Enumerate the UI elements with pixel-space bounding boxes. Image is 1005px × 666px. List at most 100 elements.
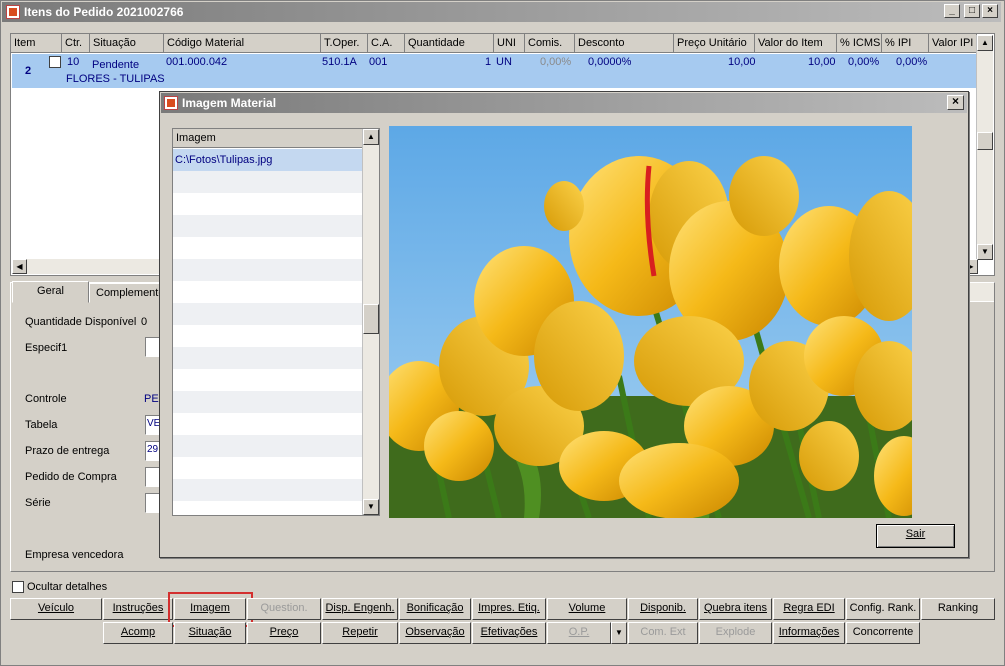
col-desconto[interactable]: Desconto	[575, 34, 674, 53]
informacoes-button[interactable]: Informações	[773, 622, 845, 644]
list-item	[173, 391, 363, 413]
list-item	[173, 413, 363, 435]
repetir-button[interactable]: Repetir	[322, 622, 398, 644]
col-item[interactable]: Item	[11, 34, 62, 53]
prazo-label: Prazo de entrega	[25, 445, 110, 457]
efetivacoes-button[interactable]: Efetivações	[472, 622, 546, 644]
cell-situacao: Pendente	[92, 59, 140, 71]
minimize-button[interactable]: _	[944, 4, 960, 18]
disponib-button[interactable]: Disponib.	[628, 598, 698, 620]
acomp-button[interactable]: Acomp	[103, 622, 173, 644]
list-item	[173, 501, 363, 515]
cell-descricao: FLORES - TULIPAS	[66, 73, 165, 85]
controle-label: Controle	[25, 393, 67, 405]
list-item[interactable]: C:\Fotos\Tulipas.jpg	[173, 149, 363, 171]
list-item	[173, 457, 363, 479]
col-icms[interactable]: % ICMS	[837, 34, 882, 53]
cell-ca: 001	[369, 56, 388, 68]
quebra-itens-button[interactable]: Quebra itens	[699, 598, 772, 620]
list-item	[173, 347, 363, 369]
col-comis[interactable]: Comis.	[525, 34, 575, 53]
list-item	[173, 237, 363, 259]
col-toper[interactable]: T.Oper.	[321, 34, 368, 53]
list-item	[173, 369, 363, 391]
veiculo-button[interactable]: Veículo	[10, 598, 102, 620]
cell-preco: 10,00	[728, 56, 756, 68]
cell-desconto: 0,0000%	[588, 56, 632, 68]
col-ctr[interactable]: Ctr.	[62, 34, 90, 53]
quantidade-label: Quantidade Disponível	[25, 316, 137, 328]
row-checkbox[interactable]	[49, 56, 61, 68]
situacao-button[interactable]: Situação	[174, 622, 246, 644]
cell-toper: 510.1A	[322, 56, 357, 68]
disp-engenh-button[interactable]: Disp. Engenh.	[322, 598, 398, 620]
cell-ipi: 0,00%	[896, 56, 928, 68]
col-preco[interactable]: Preço Unitário	[674, 34, 755, 53]
list-scroll-thumb[interactable]	[363, 304, 379, 334]
question-button[interactable]: Question.	[247, 598, 321, 620]
list-item	[173, 325, 363, 347]
sair-button[interactable]: Sair	[876, 524, 955, 548]
op-button[interactable]: O.P.	[547, 622, 611, 644]
list-scrollbar[interactable]: ▲ ▼	[362, 129, 379, 515]
observacao-button[interactable]: Observação	[399, 622, 471, 644]
cell-item: 2	[25, 65, 32, 77]
list-item	[173, 435, 363, 457]
scroll-down-icon[interactable]: ▼	[977, 244, 993, 260]
col-situacao[interactable]: Situação	[90, 34, 164, 53]
cell-codigo: 001.000.042	[166, 56, 228, 68]
cell-comis: 0,00%	[540, 56, 572, 68]
especif-label: Especif1	[25, 342, 68, 354]
list-item	[173, 259, 363, 281]
bonificacao-button[interactable]: Bonificação	[399, 598, 471, 620]
tabela-label: Tabela	[25, 419, 58, 431]
dialog-title-bar: Imagem Material ×	[161, 93, 967, 113]
cell-icms: 0,00%	[848, 56, 880, 68]
volume-button[interactable]: Volume	[547, 598, 627, 620]
cell-quantidade: 1	[485, 56, 492, 68]
serie-label: Série	[25, 497, 51, 509]
list-item	[173, 171, 363, 193]
grid-vertical-scrollbar[interactable]: ▲ ▼	[976, 35, 993, 260]
op-dropdown-icon[interactable]: ▼	[611, 622, 627, 644]
empresa-label: Empresa vencedora	[25, 549, 124, 561]
dialog-title: Imagem Material	[182, 96, 277, 110]
imagem-material-dialog: Imagem Material × Imagem C:\Fotos\Tulipa…	[159, 91, 969, 558]
config-rank-button[interactable]: Config. Rank.	[846, 598, 920, 620]
col-ipi[interactable]: % IPI	[882, 34, 929, 53]
quantidade-value: 0	[141, 316, 148, 328]
com-ext-button[interactable]: Com. Ext	[628, 622, 698, 644]
col-quantidade[interactable]: Quantidade	[405, 34, 494, 53]
close-button[interactable]: ×	[982, 4, 998, 18]
tab-geral[interactable]: Geral	[12, 281, 89, 303]
col-valor[interactable]: Valor do Item	[755, 34, 837, 53]
table-row[interactable]: 2 10 Pendente FLORES - TULIPAS 001.000.0…	[12, 54, 980, 88]
col-uni[interactable]: UNI	[494, 34, 525, 53]
explode-button[interactable]: Explode	[699, 622, 772, 644]
ocultar-checkbox[interactable]	[12, 581, 24, 593]
scroll-up-icon[interactable]: ▲	[977, 35, 993, 51]
col-valor-ipi[interactable]: Valor IPI	[929, 34, 977, 53]
instrucoes-button[interactable]: Instruções	[103, 598, 173, 620]
ranking-button[interactable]: Ranking	[921, 598, 995, 620]
dialog-close-button[interactable]: ×	[947, 95, 964, 110]
scroll-thumb[interactable]	[977, 132, 993, 150]
cell-uni: UN	[496, 56, 512, 68]
impres-etiq-button[interactable]: Impres. Etiq.	[472, 598, 546, 620]
col-ca[interactable]: C.A.	[368, 34, 405, 53]
list-item	[173, 215, 363, 237]
col-codigo[interactable]: Código Material	[164, 34, 321, 53]
tulip-photo	[389, 126, 912, 518]
list-scroll-down-icon[interactable]: ▼	[363, 499, 379, 515]
preco-button[interactable]: Preço	[247, 622, 321, 644]
cell-ctr: 10	[67, 56, 80, 68]
tab-complemento[interactable]: Complemento	[89, 283, 164, 303]
list-scroll-up-icon[interactable]: ▲	[363, 129, 379, 145]
concorrente-button[interactable]: Concorrente	[846, 622, 920, 644]
regra-edi-button[interactable]: Regra EDI	[773, 598, 845, 620]
cell-valor: 10,00	[808, 56, 836, 68]
maximize-button[interactable]: □	[964, 4, 980, 18]
image-list[interactable]: Imagem C:\Fotos\Tulipas.jpg ▲ ▼	[172, 128, 380, 516]
ocultar-label: Ocultar detalhes	[27, 581, 108, 593]
scroll-left-icon[interactable]: ◀	[12, 259, 27, 274]
